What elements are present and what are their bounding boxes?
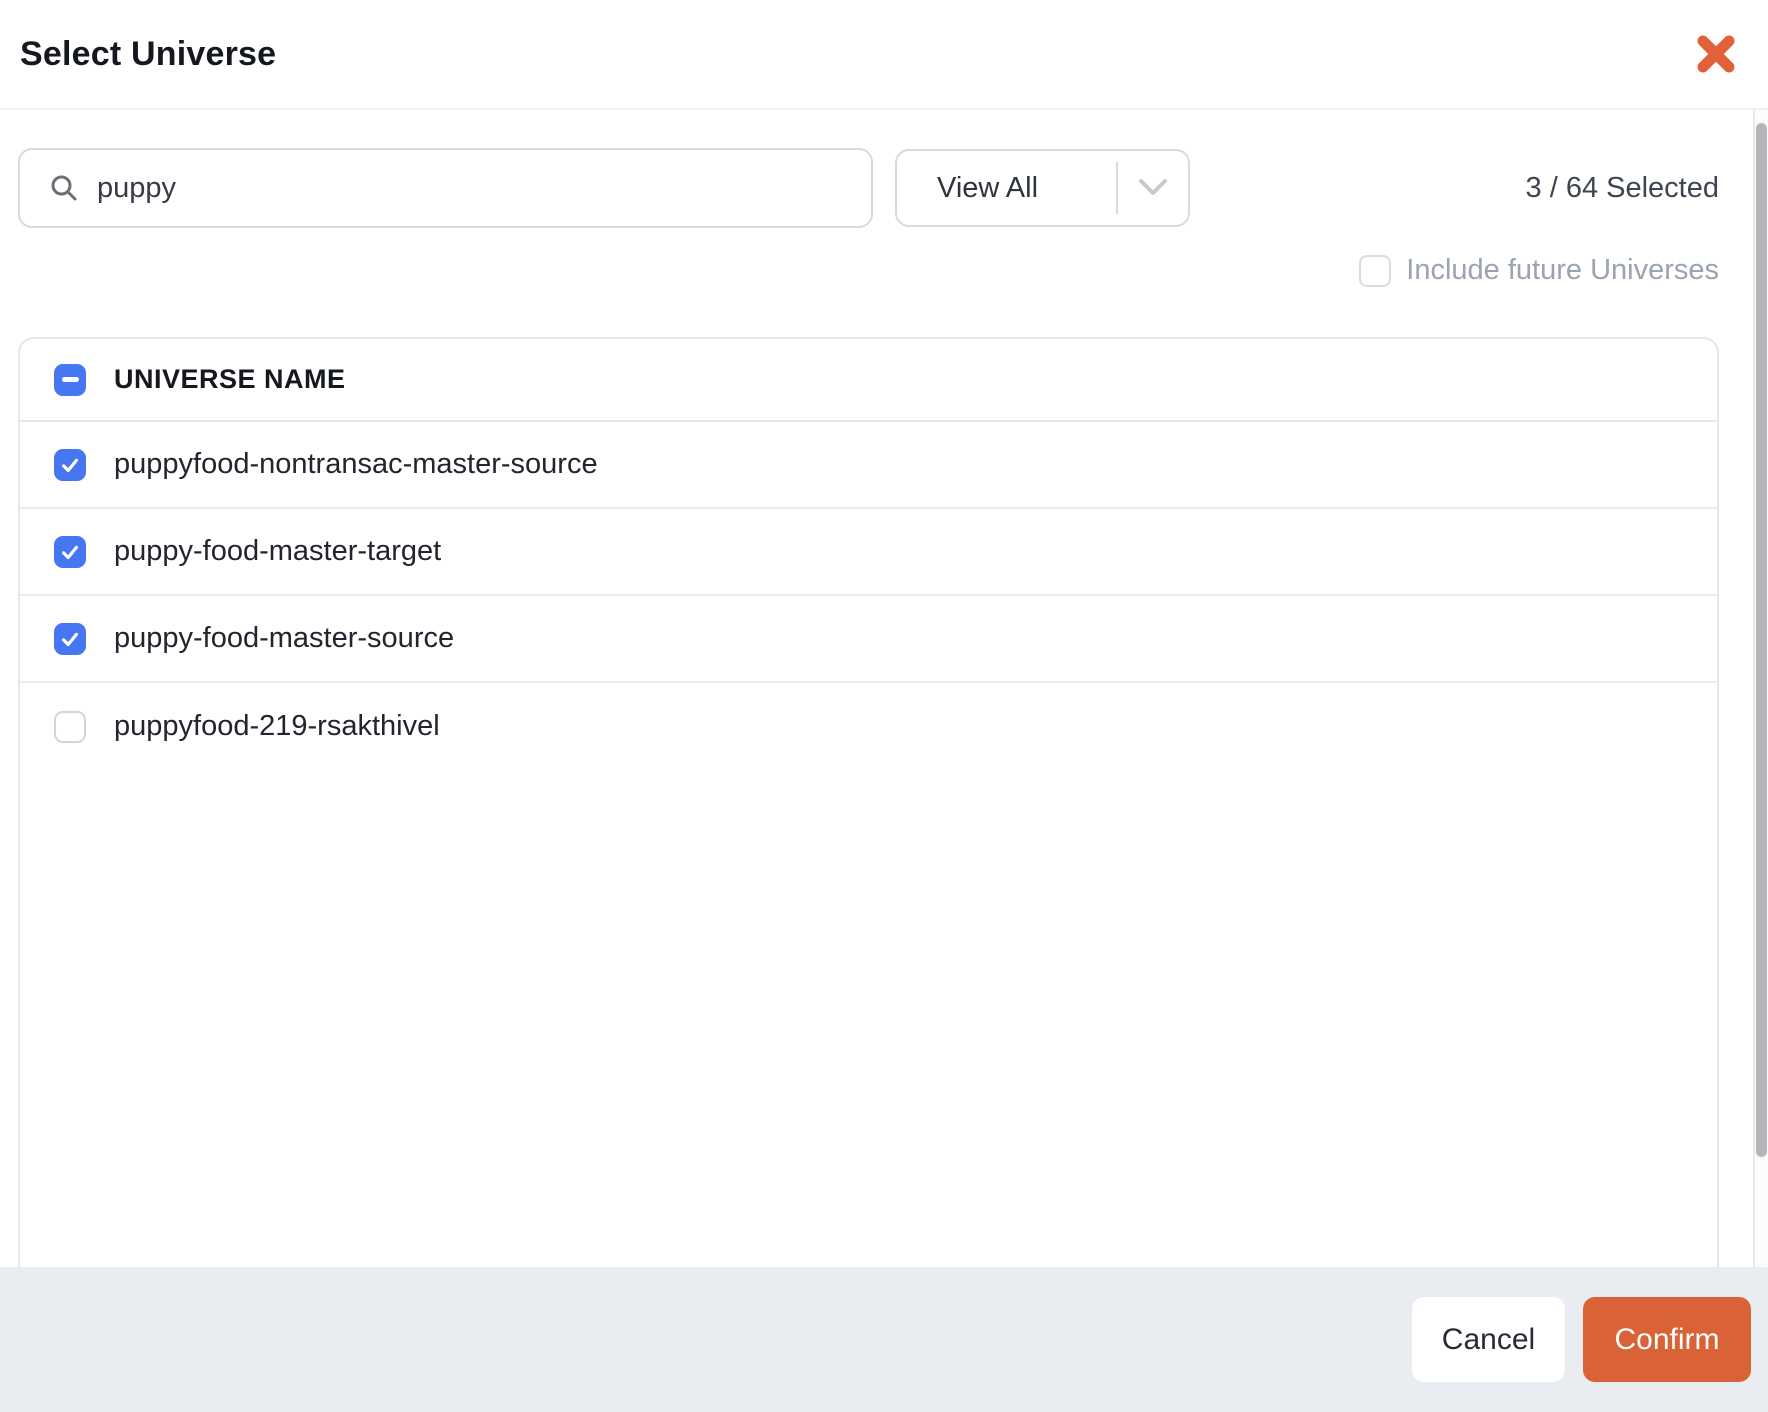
include-future-checkbox[interactable] bbox=[1359, 254, 1392, 287]
close-icon bbox=[1694, 32, 1738, 76]
scrollbar-track[interactable] bbox=[1753, 110, 1768, 1267]
universe-table-header: UNIVERSE NAME bbox=[20, 339, 1717, 422]
universe-name-column-header: UNIVERSE NAME bbox=[114, 364, 346, 394]
selected-count: 3 / 64 Selected bbox=[1525, 171, 1719, 204]
include-future-row: Include future Universes bbox=[18, 254, 1719, 287]
search-input[interactable] bbox=[97, 171, 851, 205]
universe-table: UNIVERSE NAME puppyfood-nontransac-maste… bbox=[18, 337, 1719, 1267]
modal-body: View All 3 / 64 Selected Include future … bbox=[0, 110, 1768, 1267]
modal-title: Select Universe bbox=[20, 34, 277, 73]
select-all-checkbox[interactable] bbox=[54, 363, 86, 396]
filter-dropdown-value: View All bbox=[937, 171, 1039, 204]
table-row[interactable]: puppyfood-219-rsakthivel bbox=[20, 683, 1717, 770]
search-icon bbox=[48, 172, 80, 204]
filter-dropdown[interactable]: View All bbox=[895, 149, 1190, 227]
chevron-down-icon bbox=[1118, 178, 1188, 198]
table-row[interactable]: puppy-food-master-target bbox=[20, 509, 1717, 596]
modal-footer: Cancel Confirm bbox=[0, 1267, 1768, 1412]
scrollbar-thumb[interactable] bbox=[1756, 123, 1767, 1157]
row-label: puppy-food-master-target bbox=[114, 535, 442, 567]
row-checkbox[interactable] bbox=[54, 710, 86, 743]
row-label: puppy-food-master-source bbox=[114, 622, 455, 654]
row-label: puppyfood-219-rsakthivel bbox=[114, 710, 440, 742]
close-button[interactable] bbox=[1692, 30, 1740, 78]
confirm-button[interactable]: Confirm bbox=[1583, 1297, 1751, 1382]
toolbar: View All 3 / 64 Selected bbox=[18, 148, 1719, 228]
search-box[interactable] bbox=[18, 148, 873, 228]
row-checkbox[interactable] bbox=[54, 535, 86, 568]
row-checkbox[interactable] bbox=[54, 622, 86, 655]
include-future-label: Include future Universes bbox=[1406, 254, 1719, 286]
row-checkbox[interactable] bbox=[54, 448, 86, 481]
modal-header: Select Universe bbox=[0, 0, 1768, 110]
select-universe-modal: Select Universe puppy View All 3 / 64 Se… bbox=[0, 0, 1768, 1412]
cancel-button[interactable]: Cancel bbox=[1412, 1297, 1565, 1382]
table-row[interactable]: puppyfood-nontransac-master-source bbox=[20, 422, 1717, 509]
row-label: puppyfood-nontransac-master-source bbox=[114, 448, 598, 480]
universe-table-rows: puppyfood-nontransac-master-source puppy… bbox=[20, 422, 1717, 770]
table-row[interactable]: puppy-food-master-source bbox=[20, 596, 1717, 683]
